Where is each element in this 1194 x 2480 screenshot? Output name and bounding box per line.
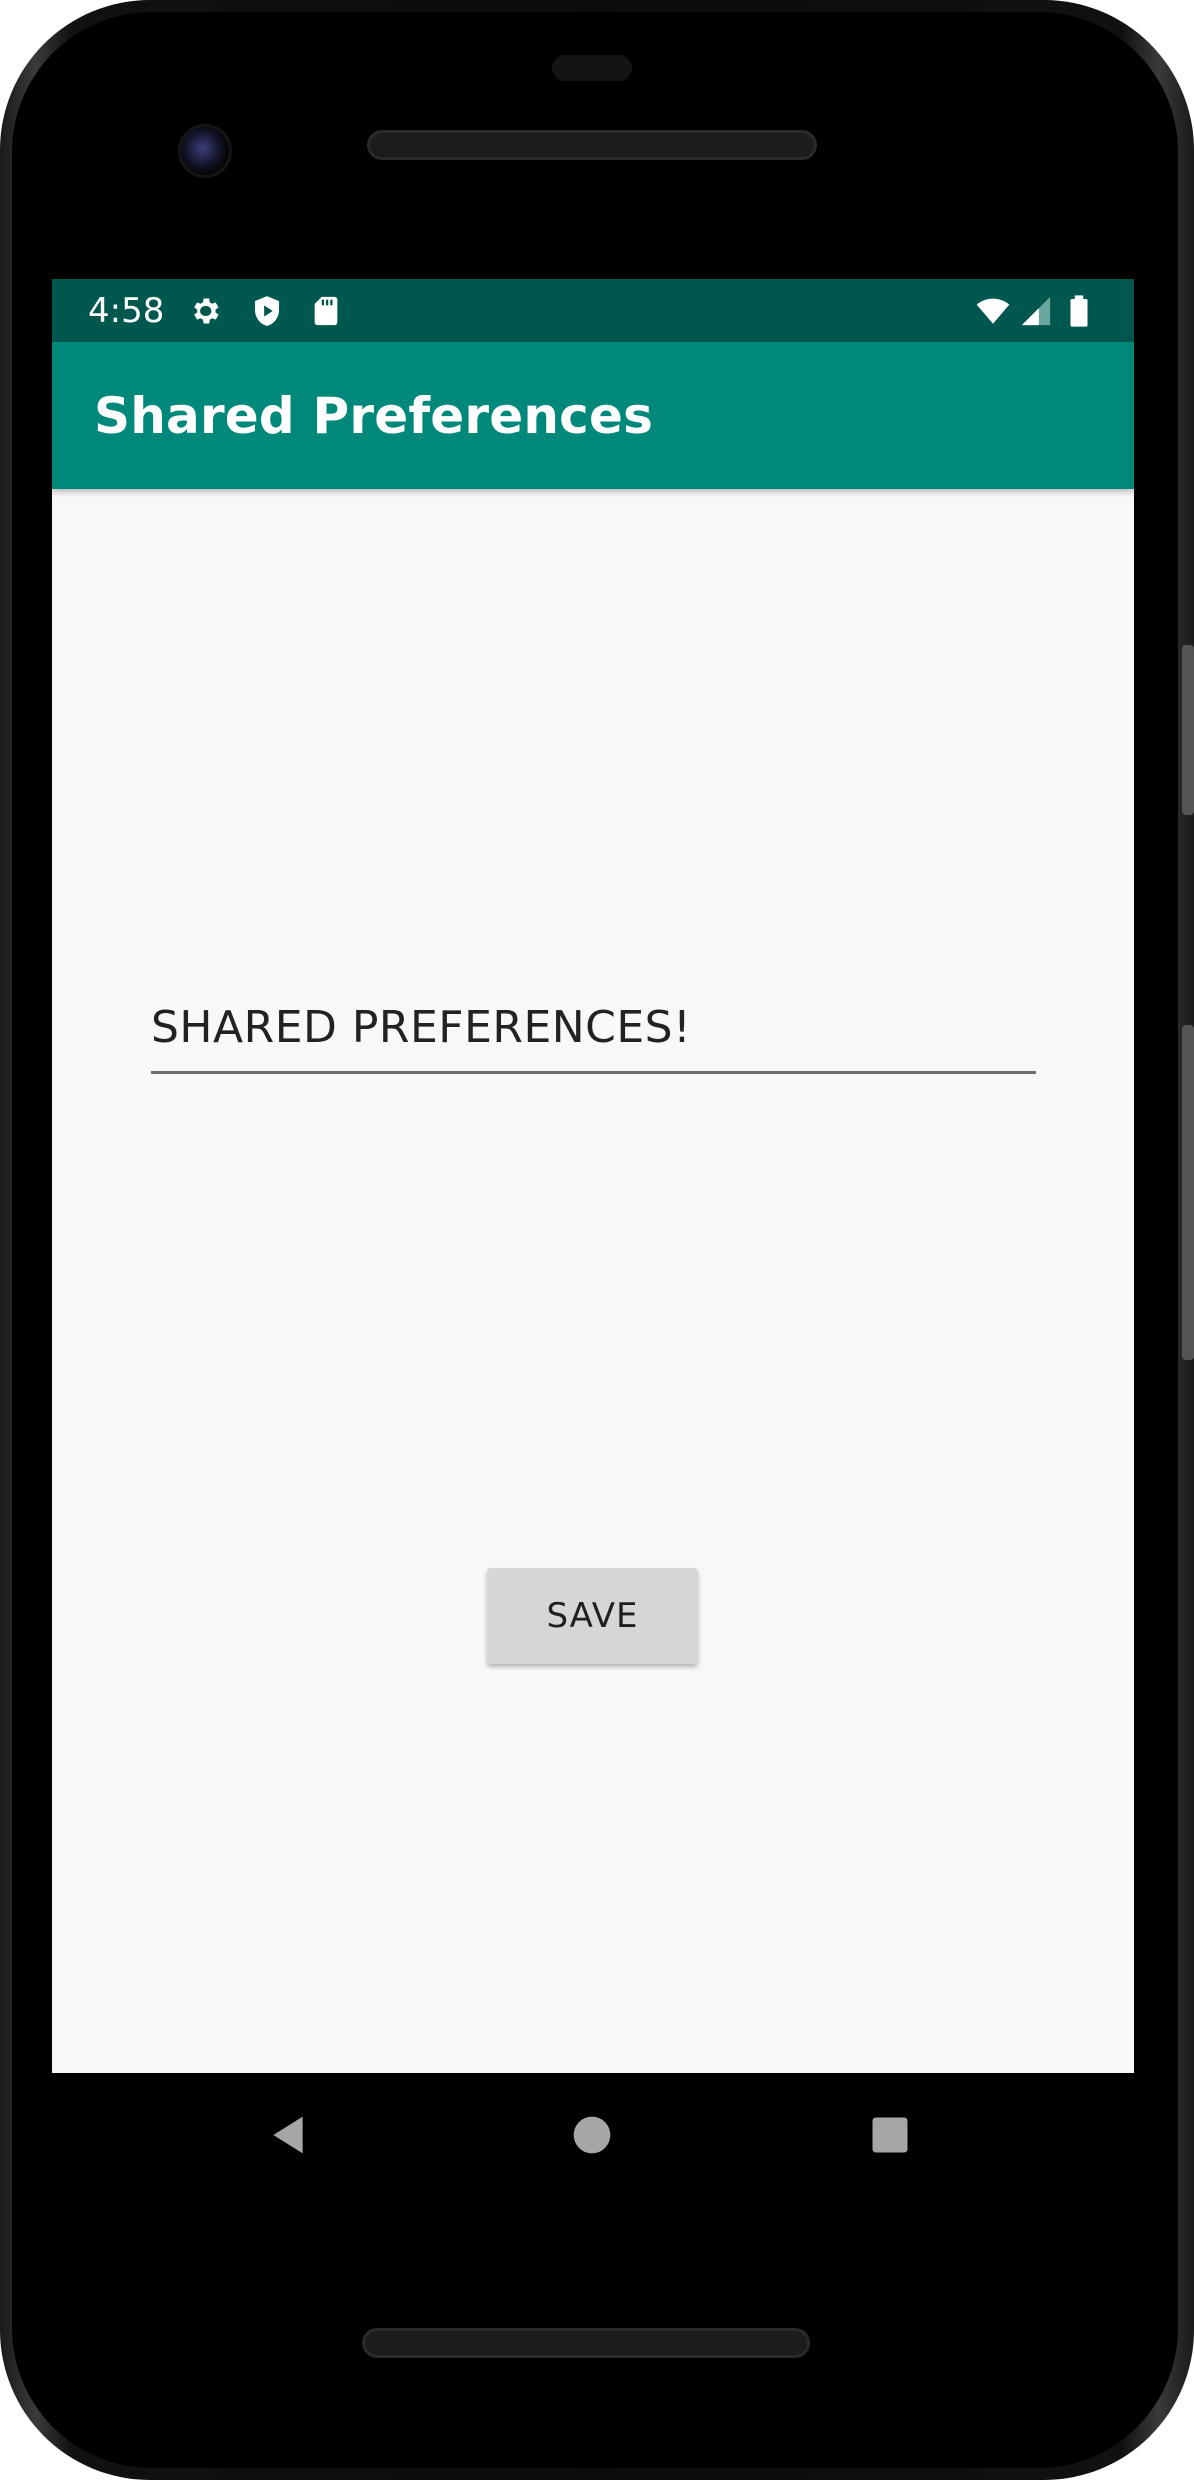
proximity-sensor (552, 55, 632, 81)
preferences-text-input[interactable] (151, 983, 1036, 1071)
sd-card-icon (314, 296, 338, 326)
cell-signal-icon (1021, 296, 1051, 326)
volume-rocker (1182, 1025, 1194, 1360)
app-bar: Shared Preferences (52, 342, 1134, 489)
shield-play-icon (254, 296, 280, 326)
wifi-icon (976, 298, 1010, 324)
gear-icon (194, 298, 219, 324)
text-field[interactable] (151, 983, 1036, 1075)
front-camera (178, 124, 232, 178)
back-icon[interactable] (266, 2113, 310, 2157)
top-speaker-grille (367, 130, 817, 160)
app-screen: 4:58 Shared Preferences SHARED PREFERENC… (52, 279, 1134, 2073)
power-button (1182, 645, 1194, 815)
bottom-speaker-grille (362, 2328, 810, 2358)
status-time: 4:58 (88, 291, 165, 331)
recents-icon[interactable] (870, 2115, 910, 2155)
text-field-underline (151, 1071, 1036, 1074)
home-icon[interactable] (572, 2115, 612, 2155)
navigation-bar (52, 2073, 1134, 2199)
status-bar: 4:58 (52, 279, 1134, 342)
save-button[interactable]: SAVE (487, 1568, 698, 1664)
battery-icon (1070, 295, 1088, 327)
app-title: Shared Preferences (94, 387, 654, 445)
